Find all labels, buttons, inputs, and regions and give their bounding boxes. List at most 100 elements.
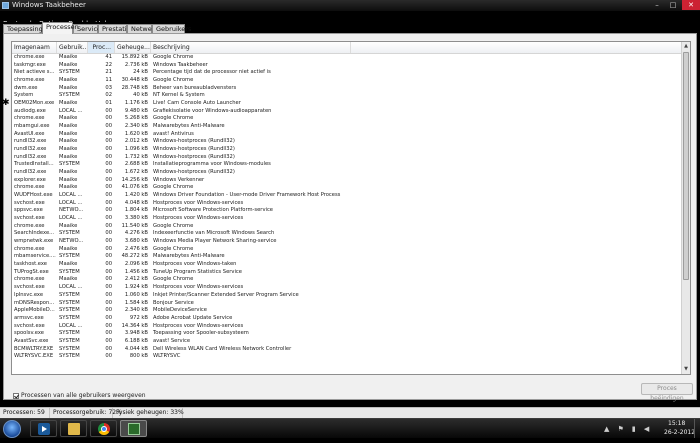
row-cpu: 11 xyxy=(105,77,112,84)
table-row[interactable]: wmpnetwk.exe NETWO... 00 3.680 kB Windows Me… xyxy=(12,238,682,246)
taskbar-chrome[interactable] xyxy=(90,420,117,437)
table-row[interactable]: WLTRYSVC.EXE SYSTEM 00 800 kB WLTRYSVC xyxy=(12,353,682,361)
table-row[interactable]: chrome.exe Maaike 11 30.448 kB Google Chrome xyxy=(12,77,682,85)
column-imagenaam[interactable]: Imagenaam xyxy=(12,42,57,53)
table-row[interactable]: chrome.exe Maaike 00 2.412 kB Google Chrome xyxy=(12,276,682,284)
table-row[interactable]: rundll32.exe Maaike 00 1.732 kB Windows-host… xyxy=(12,154,682,162)
volume-icon[interactable]: ◀ xyxy=(644,424,649,434)
taskbar-task-manager[interactable] xyxy=(120,420,147,437)
row-memory: 800 kB xyxy=(129,353,148,360)
row-imagename: wmpnetwk.exe xyxy=(14,238,54,245)
maximize-button[interactable]: □ xyxy=(666,0,680,10)
table-row[interactable]: BCMWLTRY.EXE SYSTEM 00 4.044 kB Dell Wireles… xyxy=(12,346,682,354)
table-row[interactable]: System SYSTEM 02 40 kB NT Kernel & System xyxy=(12,92,682,100)
row-imagename: System xyxy=(14,92,34,99)
row-description: Hostproces voor Windows-services xyxy=(153,284,244,291)
table-row[interactable]: svchost.exe LOCAL ... 00 3.380 kB Hostproces… xyxy=(12,215,682,223)
column-beschrijving[interactable]: Beschrijving xyxy=(151,42,351,53)
table-row[interactable]: mbamgui.exe Maaike 00 2.340 kB Malwarebytes … xyxy=(12,123,682,131)
table-row[interactable]: explorer.exe Maaike 00 14.256 kB Windows Ver… xyxy=(12,177,682,185)
table-row[interactable]: svchost.exe LOCAL ... 00 1.924 kB Hostproces… xyxy=(12,284,682,292)
minimize-button[interactable]: – xyxy=(650,0,664,10)
column-gebruiker[interactable]: Gebruik... xyxy=(57,42,88,53)
row-imagename: dwm.exe xyxy=(14,84,38,91)
row-description: Google Chrome xyxy=(153,184,194,191)
show-all-users-label: Processen van alle gebruikers weergeven xyxy=(21,392,146,399)
table-row[interactable]: audiodg.exe LOCAL ... 00 9.480 kB Grafiekiso… xyxy=(12,108,682,116)
scroll-up-arrow-icon[interactable]: ▲ xyxy=(682,42,690,51)
table-row[interactable]: SearchIndexe... SYSTEM 00 4.276 kB Indexeerf… xyxy=(12,230,682,238)
table-row[interactable]: Niet actieve s... SYSTEM 21 24 kB Percentage… xyxy=(12,69,682,77)
row-description: TuneUp Program Statistics Service xyxy=(153,268,242,275)
table-row[interactable]: svchost.exe LOCAL ... 00 14.364 kB Hostproce… xyxy=(12,323,682,331)
taskbar-explorer[interactable] xyxy=(60,420,87,437)
column-geheugen[interactable]: Geheuge... xyxy=(115,42,151,53)
tab-gebruikers[interactable]: Gebruikers xyxy=(152,24,191,33)
scroll-thumb[interactable] xyxy=(683,52,689,280)
title-bar[interactable]: Windows Taakbeheer – □ ✕ xyxy=(0,0,700,11)
clock-date[interactable]: 26-2-2012 xyxy=(664,429,695,436)
table-row[interactable]: AvastUI.exe Maaike 00 1.620 kB avast! Antivi… xyxy=(12,131,682,139)
show-all-users-option[interactable]: Processen van alle gebruikers weergeven xyxy=(13,385,146,399)
network-icon[interactable]: ▮ xyxy=(632,424,636,434)
scroll-down-arrow-icon[interactable]: ▼ xyxy=(682,365,690,374)
row-cpu: 00 xyxy=(105,268,112,275)
row-imagename: Niet actieve s... xyxy=(14,69,55,76)
chrome-icon xyxy=(98,423,110,435)
show-desktop-button[interactable] xyxy=(694,419,700,438)
table-row[interactable]: sppsvc.exe NETWO... 00 1.804 kB Microsoft So… xyxy=(12,207,682,215)
table-row[interactable]: AppleMobileD... SYSTEM 00 2.340 kB MobileDev… xyxy=(12,307,682,315)
vertical-scrollbar[interactable]: ▲ ▼ xyxy=(681,42,690,374)
row-imagename: chrome.exe xyxy=(14,184,45,191)
row-description: MobileDeviceService xyxy=(153,307,207,314)
taskbar-media-player[interactable] xyxy=(30,420,57,437)
flag-icon[interactable]: ⚑ xyxy=(617,424,623,434)
close-button[interactable]: ✕ xyxy=(682,0,700,10)
table-row[interactable]: rundll32.exe Maaike 00 1.096 kB Windows-host… xyxy=(12,146,682,154)
row-user: Maaike xyxy=(59,84,78,91)
row-memory: 1.732 kB xyxy=(124,153,148,160)
window-title: Windows Taakbeheer xyxy=(12,1,86,9)
table-row[interactable]: mDNSRespon... SYSTEM 00 1.584 kB Bonjour Ser… xyxy=(12,300,682,308)
table-row[interactable]: chrome.exe Maaike 00 41.076 kB Google Chrome xyxy=(12,184,682,192)
tab-toepassingen[interactable]: Toepassingen xyxy=(3,24,51,33)
table-row[interactable]: chrome.exe Maaike 00 5.268 kB Google Chrome xyxy=(12,115,682,123)
table-row[interactable]: AvastSvc.exe SYSTEM 00 6.188 kB avast! Servi… xyxy=(12,338,682,346)
row-imagename: svchost.exe xyxy=(14,215,45,222)
table-row[interactable]: dwm.exe Maaike 03 28.748 kB Beheer van burea… xyxy=(12,85,682,93)
chevron-up-icon[interactable]: ▲ xyxy=(604,424,609,434)
table-row[interactable]: TUProgSt.exe SYSTEM 00 1.456 kB TuneUp Progr… xyxy=(12,269,682,277)
row-description: Indexeerfunctie van Microsoft Windows Se… xyxy=(153,230,275,237)
end-process-button[interactable]: Proces beëindigen xyxy=(641,383,693,402)
table-row[interactable]: taskmgr.exe Maaike 22 2.736 kB Windows Taakb… xyxy=(12,62,682,70)
tab-prestaties[interactable]: Prestaties xyxy=(98,24,134,33)
table-row[interactable]: taskhost.exe Maaike 00 2.096 kB Hostproces v… xyxy=(12,261,682,269)
tab-processen[interactable]: Processen xyxy=(42,22,79,34)
table-row[interactable]: rundll32.exe Maaike 00 1.672 kB Windows-host… xyxy=(12,169,682,177)
tab-netwerk[interactable]: Netwerk xyxy=(127,24,158,33)
row-memory: 1.804 kB xyxy=(124,207,148,214)
table-row[interactable]: chrome.exe Maaike 41 15.892 kB Google Chrome xyxy=(12,54,682,62)
table-row[interactable]: lpInsvc.exe SYSTEM 00 1.060 kB Inkjet Printe… xyxy=(12,292,682,300)
row-memory: 2.736 kB xyxy=(124,61,148,68)
table-row[interactable]: TrustedInstall... SYSTEM 00 2.688 kB Install… xyxy=(12,161,682,169)
clock-time[interactable]: 15:18 xyxy=(668,420,685,427)
table-row[interactable]: WUDFHost.exe LOCAL ... 00 1.420 kB Windows D… xyxy=(12,192,682,200)
show-all-users-checkbox[interactable] xyxy=(13,392,19,399)
start-button[interactable] xyxy=(3,420,21,438)
table-row[interactable]: armsvc.exe SYSTEM 00 972 kB Adobe Acrobat Up… xyxy=(12,315,682,323)
column-processor[interactable]: Proc... xyxy=(88,42,115,53)
table-row[interactable]: OEM02Mon.exe Maaike 01 1.176 kB Live! Cam Co… xyxy=(12,100,682,108)
process-list[interactable]: Imagenaam Gebruik... Proc... Geheuge... … xyxy=(11,41,691,375)
row-imagename: AvastSvc.exe xyxy=(14,337,49,344)
table-row[interactable]: svchost.exe LOCAL ... 00 4.048 kB Hostproces… xyxy=(12,200,682,208)
row-imagename: WUDFHost.exe xyxy=(14,192,53,199)
table-row[interactable]: mbamservice.... SYSTEM 00 48.272 kB Malwareb… xyxy=(12,253,682,261)
row-imagename: lpInsvc.exe xyxy=(14,291,44,298)
table-row[interactable]: rundll32.exe Maaike 00 2.012 kB Windows-host… xyxy=(12,138,682,146)
row-user: LOCAL ... xyxy=(59,322,83,329)
table-row[interactable]: spoolsv.exe SYSTEM 00 3.948 kB Toepassing vo… xyxy=(12,330,682,338)
table-row[interactable]: chrome.exe Maaike 00 11.540 kB Google Chrome xyxy=(12,223,682,231)
table-row[interactable]: chrome.exe Maaike 00 2.476 kB Google Chrome xyxy=(12,246,682,254)
row-user: SYSTEM xyxy=(59,268,80,275)
